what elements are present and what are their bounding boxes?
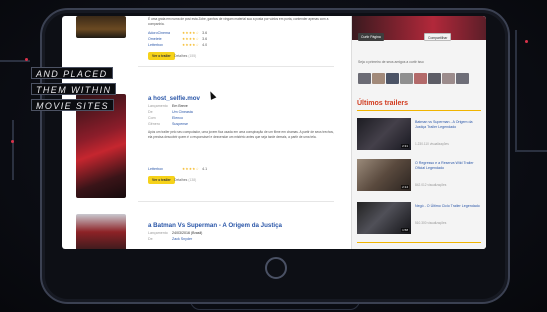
rating-row: Letterbox ★★★★☆ 4.1 bbox=[148, 167, 207, 172]
trailers-heading: Últimos trailers bbox=[357, 100, 408, 107]
circuit-line bbox=[515, 30, 517, 150]
rating-site[interactable]: Letterbox bbox=[148, 43, 182, 48]
avatar[interactable] bbox=[456, 73, 469, 84]
movie-poster[interactable] bbox=[76, 16, 126, 38]
meta-row: De Zack Snyder bbox=[148, 237, 193, 241]
avatar[interactable] bbox=[400, 73, 413, 84]
rating-stars: ★★★★☆ bbox=[182, 37, 200, 41]
divider bbox=[138, 201, 334, 202]
caption-line: MOVIE SITES bbox=[31, 99, 114, 111]
video-frame: É uma grata em numa de posi esta Zohe, g… bbox=[0, 0, 547, 312]
meta-row: De Um Cineasta bbox=[148, 110, 193, 114]
trailer-thumbnail[interactable]: 2:14 bbox=[357, 159, 411, 191]
rating-stars: ★★★★☆ bbox=[182, 167, 200, 171]
movie-poster[interactable] bbox=[76, 214, 126, 249]
rating-stars: ★★★★☆ bbox=[182, 31, 200, 35]
rating-site[interactable]: Omelete bbox=[148, 37, 182, 42]
circuit-line bbox=[12, 120, 14, 180]
rating-site[interactable]: AdoroCinema bbox=[148, 31, 182, 36]
trailer-views: 842.012 visualizações bbox=[415, 183, 447, 187]
circuit-node bbox=[25, 58, 28, 61]
sidebar: Curtir Página Compartilhar Seja o primei… bbox=[351, 16, 486, 249]
trailer-duration: 2:31 bbox=[401, 144, 409, 148]
movie-description: É uma grata em numa de posi esta Zohe, g… bbox=[148, 17, 329, 26]
rating-score: 4.1 bbox=[202, 167, 208, 171]
trailer-views: 510.300 visualizações bbox=[415, 221, 447, 225]
trailer-title[interactable]: O Regresso e a Reserva Wild Trailer Ofic… bbox=[415, 161, 481, 171]
meta-row: Lançamento Em Breve bbox=[148, 104, 188, 108]
avatar[interactable] bbox=[372, 73, 385, 84]
circuit-line bbox=[515, 150, 547, 152]
watch-trailer-button[interactable]: Ver o trailer bbox=[148, 176, 175, 184]
divider bbox=[357, 110, 481, 111]
circuit-node bbox=[525, 40, 528, 43]
avatar[interactable] bbox=[414, 73, 427, 84]
rating-score: 3.6 bbox=[202, 37, 208, 41]
share-button[interactable]: Compartilhar bbox=[424, 33, 452, 41]
trailer-title[interactable]: Negó - O Último Ciclo Trailer Legendado bbox=[415, 204, 481, 209]
movie-title[interactable]: a Batman Vs Superman - A Origem da Justi… bbox=[148, 222, 282, 229]
like-page-button[interactable]: Curtir Página bbox=[358, 33, 384, 41]
rating-row: Omelete ★★★★☆ 3.6 bbox=[148, 37, 207, 42]
trailer-views: 1.230.110 visualizações bbox=[415, 142, 449, 146]
rating-stars: ★★★★☆ bbox=[182, 43, 200, 47]
caption-line: AND PLACED bbox=[31, 67, 113, 79]
meta-row: Com Elenco bbox=[148, 116, 183, 120]
caption-line: THEM WITHIN bbox=[31, 83, 117, 95]
rating-score: 3.6 bbox=[202, 31, 208, 35]
movie-description: Após um trailer pelo seu computador, uma… bbox=[148, 130, 334, 139]
rating-score: 4.0 bbox=[202, 43, 208, 47]
trailer-duration: 1:58 bbox=[401, 228, 409, 232]
meta-row: Lançamento 24/03/2016 (Brasil) bbox=[148, 231, 203, 235]
trailer-thumbnail[interactable]: 1:58 bbox=[357, 202, 411, 234]
trailer-title[interactable]: Batman vs Superman - A Origem da Justiça… bbox=[415, 120, 481, 130]
circuit-node bbox=[11, 140, 14, 143]
movie-website: É uma grata em numa de posi esta Zohe, g… bbox=[62, 16, 486, 249]
tablet-home-button[interactable] bbox=[265, 257, 287, 279]
divider bbox=[138, 66, 334, 67]
friends-text: Seja o primeiro de seus amigos a curtir … bbox=[358, 60, 424, 64]
trailer-thumbnail[interactable]: 2:31 bbox=[357, 118, 411, 150]
divider bbox=[357, 242, 481, 243]
details-link[interactable]: Detalhes (155) bbox=[174, 52, 196, 60]
rating-row: Letterbox ★★★★☆ 4.0 bbox=[148, 43, 207, 48]
meta-row: Gênero Suspense bbox=[148, 122, 188, 126]
rating-site[interactable]: Letterbox bbox=[148, 167, 182, 172]
avatar[interactable] bbox=[358, 73, 371, 84]
watch-trailer-button[interactable]: Ver o trailer bbox=[148, 52, 175, 60]
movie-title[interactable]: a host_selfie.mov bbox=[148, 95, 200, 102]
avatar[interactable] bbox=[442, 73, 455, 84]
trailer-duration: 2:14 bbox=[401, 185, 409, 189]
avatar[interactable] bbox=[428, 73, 441, 84]
details-link[interactable]: Detalhes (138) bbox=[174, 176, 196, 184]
rating-row: AdoroCinema ★★★★☆ 3.6 bbox=[148, 31, 207, 36]
avatar[interactable] bbox=[386, 73, 399, 84]
